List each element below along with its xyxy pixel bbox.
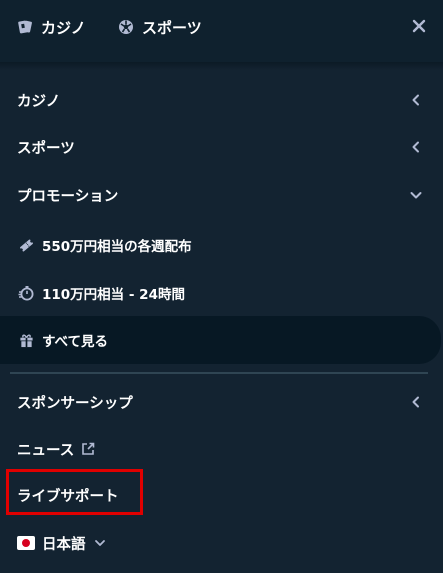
menu-item-promotions[interactable]: プロモーション <box>0 175 443 215</box>
japan-flag-icon <box>17 536 35 550</box>
top-bar: カジノ スポーツ <box>0 0 443 62</box>
language-label: 日本語 <box>42 536 86 553</box>
view-all-item[interactable]: すべて見る <box>0 316 441 364</box>
highlight-box <box>6 469 143 515</box>
menu-item-promotions-label: プロモーション <box>17 188 119 205</box>
tab-sports[interactable]: スポーツ <box>118 16 202 38</box>
close-icon[interactable] <box>409 16 429 36</box>
stopwatch-icon <box>18 285 34 301</box>
tab-casino-label: カジノ <box>41 18 86 37</box>
promo-weekly-label: 550万円相当の各週配布 <box>42 239 192 255</box>
menu-item-sports[interactable]: スポーツ <box>0 127 443 167</box>
chevron-left-icon <box>412 396 419 408</box>
menu-item-news[interactable]: ニュース <box>0 429 443 469</box>
menu-item-news-label: ニュース <box>17 442 75 459</box>
menu-item-casino[interactable]: カジノ <box>0 80 443 120</box>
menu-item-sponsorship[interactable]: スポンサーシップ <box>0 382 443 422</box>
promo-weekly-item[interactable]: 550万円相当の各週配布 <box>0 225 443 265</box>
promo-race-label: 110万円相当 - 24時間 <box>42 287 185 303</box>
side-menu: カジノ スポーツ カジノ スポーツ プロモーション 550万円相当の各週配布 1… <box>0 0 443 573</box>
menu-item-sponsorship-label: スポンサーシップ <box>17 395 133 412</box>
tab-sports-label: スポーツ <box>142 18 202 37</box>
cards-icon <box>17 19 33 35</box>
ticket-icon <box>18 237 34 253</box>
language-selector[interactable]: 日本語 <box>17 531 106 555</box>
gift-icon <box>18 332 34 348</box>
tab-casino[interactable]: カジノ <box>17 16 86 38</box>
topbar-shadow <box>0 62 443 70</box>
chevron-down-icon <box>410 192 422 199</box>
ball-icon <box>118 19 134 35</box>
external-link-icon <box>82 442 95 455</box>
promo-race-item[interactable]: 110万円相当 - 24時間 <box>0 273 443 313</box>
chevron-down-icon <box>94 540 105 546</box>
menu-item-sports-label: スポーツ <box>17 140 75 157</box>
chevron-left-icon <box>412 141 419 153</box>
view-all-label: すべて見る <box>42 334 109 350</box>
menu-item-casino-label: カジノ <box>17 93 61 110</box>
chevron-left-icon <box>412 94 419 106</box>
menu-divider <box>10 372 428 374</box>
